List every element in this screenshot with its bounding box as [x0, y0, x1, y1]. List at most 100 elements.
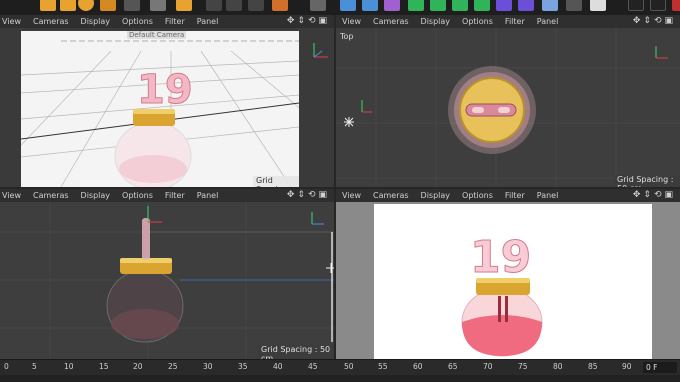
menu-item[interactable]: Options	[462, 17, 493, 26]
viewport-nav-icons[interactable]: ✥⇕⟲▣	[287, 16, 330, 26]
menu-item[interactable]: View	[2, 17, 21, 26]
menu-item[interactable]: Panel	[537, 17, 559, 26]
front-viewport[interactable]: View Cameras Display Options Filter Pane…	[336, 189, 680, 359]
menu-item[interactable]: Cameras	[33, 191, 69, 200]
timeline-tick: 40	[273, 362, 283, 371]
timeline-tick: 85	[588, 362, 598, 371]
live-select-icon[interactable]	[124, 0, 140, 11]
menu-item[interactable]: Display	[81, 17, 111, 26]
menu-item[interactable]: Display	[421, 191, 451, 200]
menu-item[interactable]: Display	[81, 191, 111, 200]
right-viewport[interactable]: View Cameras Display Options Filter Pane…	[0, 189, 334, 359]
cube-icon[interactable]	[340, 0, 356, 11]
menu-item[interactable]: View	[342, 17, 361, 26]
menu-item[interactable]: Panel	[197, 191, 219, 200]
viewport-menu: View Cameras Display Options Filter Pane…	[336, 15, 680, 28]
timeline-tick: 10	[64, 362, 74, 371]
viewport-nav-icons[interactable]: ✥⇕⟲▣	[633, 16, 676, 26]
menu-item[interactable]: Options	[122, 17, 153, 26]
main-toolbar	[0, 0, 680, 15]
menu-item[interactable]: Panel	[537, 191, 559, 200]
timeline-tick: 70	[483, 362, 493, 371]
timeline-tick: 30	[203, 362, 213, 371]
camera-label[interactable]: Default Camera	[127, 31, 187, 39]
floor-icon[interactable]	[542, 0, 558, 11]
record-icon[interactable]	[650, 0, 666, 11]
field-icon[interactable]	[518, 0, 534, 11]
cloner-icon[interactable]	[430, 0, 446, 11]
top-viewport[interactable]: View Cameras Display Options Filter Pane…	[336, 15, 680, 187]
menu-item[interactable]: View	[342, 191, 361, 200]
spline-icon[interactable]	[362, 0, 378, 11]
scene-icon[interactable]	[310, 0, 326, 11]
timeline-tick: 15	[99, 362, 109, 371]
timeline-tick: 80	[553, 362, 563, 371]
viewport-menu: View Cameras Display Options Filter Pane…	[0, 15, 334, 28]
render-canvas[interactable]: 19	[374, 204, 652, 359]
timeline-tick: 25	[168, 362, 178, 371]
menu-item[interactable]: Filter	[165, 191, 185, 200]
viewport-nav-icons[interactable]: ✥⇕⟲▣	[633, 190, 676, 200]
timeline-tick: 65	[448, 362, 458, 371]
perspective-grid: 19	[0, 40, 334, 187]
axis-gizmo-icon	[311, 30, 323, 40]
coord-icon[interactable]	[272, 0, 288, 11]
perspective-viewport[interactable]: View Cameras Display Options Filter Pane…	[0, 15, 334, 187]
viewport-menu: View Cameras Display Options Filter Pane…	[336, 189, 680, 202]
render-icon[interactable]	[176, 0, 192, 11]
timeline-scrubber[interactable]	[0, 375, 680, 382]
menu-item[interactable]: Cameras	[33, 17, 69, 26]
menu-item[interactable]: Filter	[505, 191, 525, 200]
grid-spacing-label: Grid Spacing : 50 cm	[258, 345, 334, 359]
timeline-tick: 35	[238, 362, 248, 371]
nurbs-icon[interactable]	[408, 0, 424, 11]
right-view-scene	[0, 202, 334, 359]
number-19[interactable]: 19	[137, 67, 194, 114]
array-icon[interactable]	[452, 0, 468, 11]
grid-spacing-label: Grid Spacing : 50 cm	[614, 175, 680, 187]
timeline-tick: 55	[378, 362, 388, 371]
menu-item[interactable]: Panel	[197, 17, 219, 26]
menu-item[interactable]: Filter	[165, 17, 185, 26]
timeline[interactable]: 0 5 10 15 20 25 30 35 40 45 50 55 60 65 …	[0, 359, 680, 382]
timeline-tick: 5	[32, 362, 37, 371]
viewport-nav-icons[interactable]: ✥⇕⟲▣	[287, 190, 330, 200]
camera-icon[interactable]	[566, 0, 582, 11]
axis-icon[interactable]	[150, 0, 166, 11]
pen-icon[interactable]	[384, 0, 400, 11]
move-icon[interactable]	[40, 0, 56, 11]
timeline-tick: 50	[344, 362, 354, 371]
x-axis-icon[interactable]	[206, 0, 222, 11]
number-19[interactable]: 19	[470, 232, 532, 284]
timeline-tick: 75	[518, 362, 528, 371]
deformer-icon[interactable]	[474, 0, 490, 11]
timeline-tick: 20	[133, 362, 143, 371]
object-icon[interactable]	[100, 0, 116, 11]
menu-item[interactable]: View	[2, 191, 21, 200]
scale-icon[interactable]	[60, 0, 76, 11]
timeline-tick: 90	[622, 362, 632, 371]
menu-item[interactable]: Filter	[505, 17, 525, 26]
play-icon[interactable]	[628, 0, 644, 11]
menu-item[interactable]: Cameras	[373, 191, 409, 200]
keyframe-icon[interactable]	[672, 0, 680, 11]
menu-item[interactable]: Display	[421, 17, 451, 26]
grid-spacing-label: Grid Spacing : 500 cm	[253, 176, 299, 187]
bottle-liquid[interactable]	[462, 315, 542, 356]
rendered-bottle: 19	[461, 232, 543, 357]
z-axis-icon[interactable]	[248, 0, 264, 11]
timeline-tick: 45	[308, 362, 318, 371]
menu-item[interactable]: Cameras	[373, 17, 409, 26]
menu-item[interactable]: Options	[122, 191, 153, 200]
current-frame-field[interactable]: 0 F	[643, 362, 677, 373]
y-axis-icon[interactable]	[226, 0, 242, 11]
timeline-tick: 0	[4, 362, 9, 371]
bend-icon[interactable]	[496, 0, 512, 11]
cinema4d-window: View Cameras Display Options Filter Pane…	[0, 0, 680, 382]
viewport-menu: View Cameras Display Options Filter Pane…	[0, 189, 334, 202]
perspective-canvas[interactable]: 19 Default Camera Grid Spacing : 500 cm	[0, 31, 334, 187]
light-icon[interactable]	[590, 0, 606, 11]
rotate-icon[interactable]	[78, 0, 94, 11]
menu-item[interactable]: Options	[462, 191, 493, 200]
top-view-scene	[336, 28, 680, 187]
